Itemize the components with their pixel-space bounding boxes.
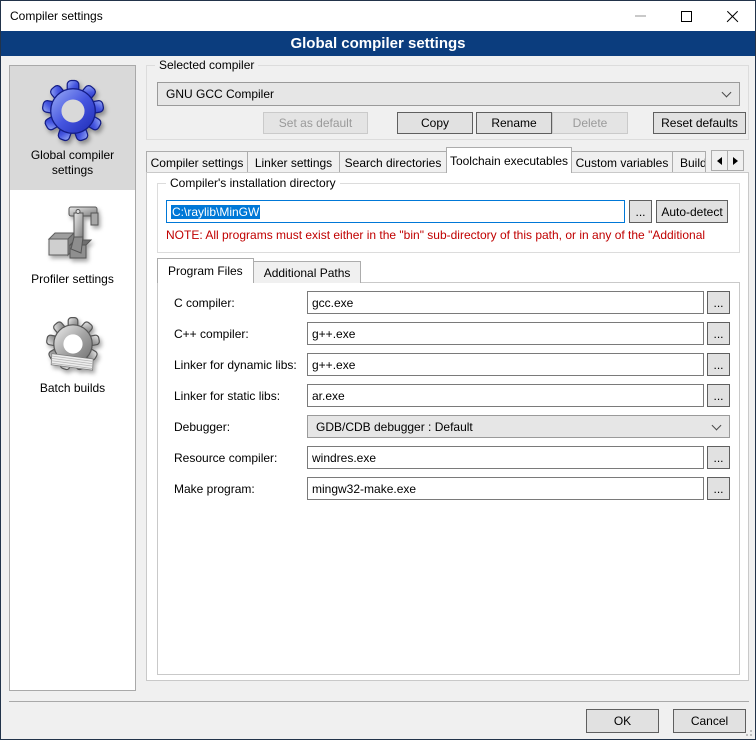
tab-scroll-left-button[interactable] <box>711 150 728 171</box>
footer-divider <box>9 701 749 702</box>
chevron-down-icon <box>712 420 722 430</box>
minimize-button[interactable] <box>617 1 663 31</box>
settings-tabs: Compiler settings Linker settings Search… <box>146 147 749 173</box>
tab-linker-settings[interactable]: Linker settings <box>247 151 340 173</box>
program-row: Make program: mingw32-make.exe ... <box>158 477 739 500</box>
group-legend: Compiler's installation directory <box>166 176 340 190</box>
auto-detect-button[interactable]: Auto-detect <box>656 200 728 223</box>
debugger-select[interactable]: GDB/CDB debugger : Default <box>307 415 730 438</box>
program-row: Linker for dynamic libs: g++.exe ... <box>158 353 739 376</box>
field-label: Linker for dynamic libs: <box>174 358 297 372</box>
delete-button[interactable]: Delete <box>552 112 628 134</box>
cpp-compiler-browse-button[interactable]: ... <box>707 322 730 345</box>
tab-toolchain-executables[interactable]: Toolchain executables <box>446 147 572 173</box>
field-value: g++.exe <box>312 358 355 372</box>
chevron-down-icon <box>722 88 732 98</box>
program-row: Debugger: GDB/CDB debugger : Default <box>158 415 739 438</box>
field-label: C compiler: <box>174 296 235 310</box>
sidebar-item-label: Profiler settings <box>14 272 131 287</box>
compiler-select-value: GNU GCC Compiler <box>166 87 274 101</box>
set-as-default-button[interactable]: Set as default <box>263 112 368 134</box>
field-label: Debugger: <box>174 420 230 434</box>
tab-scroll-right-button[interactable] <box>727 150 744 171</box>
program-row: C++ compiler: g++.exe ... <box>158 322 739 345</box>
bin-subdirectory-note: NOTE: All programs must exist either in … <box>166 228 738 242</box>
sidebar-item-label: Global compiler settings <box>14 148 131 178</box>
resize-grip[interactable] <box>744 728 752 736</box>
blue-gear-icon <box>14 74 131 148</box>
make-program-input[interactable]: mingw32-make.exe <box>307 477 704 500</box>
copy-button[interactable]: Copy <box>397 112 473 134</box>
selected-compiler-group: Selected compiler GNU GCC Compiler Set a… <box>146 65 749 140</box>
triangle-left-icon <box>717 157 722 165</box>
field-value: windres.exe <box>312 451 376 465</box>
resource-compiler-browse-button[interactable]: ... <box>707 446 730 469</box>
toolchain-executables-page: Compiler's installation directory C:\ray… <box>146 172 749 681</box>
tab-build-options[interactable]: Build options <box>672 151 706 173</box>
sidebar-item-global-compiler-settings[interactable]: Global compiler settings <box>10 66 135 190</box>
c-compiler-input[interactable]: gcc.exe <box>307 291 704 314</box>
tab-custom-variables[interactable]: Custom variables <box>571 151 673 173</box>
c-compiler-browse-button[interactable]: ... <box>707 291 730 314</box>
subtab-program-files[interactable]: Program Files <box>157 258 254 283</box>
cancel-button[interactable]: Cancel <box>673 709 746 733</box>
program-row: Linker for static libs: ar.exe ... <box>158 384 739 407</box>
group-legend: Selected compiler <box>155 58 258 72</box>
maximize-button[interactable] <box>663 1 709 31</box>
sidebar-item-label: Batch builds <box>14 381 131 396</box>
close-icon <box>726 10 739 23</box>
rename-button[interactable]: Rename <box>476 112 552 134</box>
compiler-select[interactable]: GNU GCC Compiler <box>157 82 740 106</box>
cpp-compiler-input[interactable]: g++.exe <box>307 322 704 345</box>
subtab-additional-paths[interactable]: Additional Paths <box>253 261 362 283</box>
tab-compiler-settings[interactable]: Compiler settings <box>146 151 248 173</box>
window-title: Compiler settings <box>10 9 103 23</box>
static-linker-browse-button[interactable]: ... <box>707 384 730 407</box>
compiler-settings-dialog: Compiler settings Global compiler settin… <box>0 0 756 740</box>
field-value: gcc.exe <box>312 296 353 310</box>
ok-button[interactable]: OK <box>586 709 659 733</box>
tab-scroll-buttons <box>711 150 744 171</box>
caliper-icon <box>14 198 131 272</box>
program-files-page: C compiler: gcc.exe ... C++ compiler: g+… <box>157 282 740 675</box>
program-row: C compiler: gcc.exe ... <box>158 291 739 314</box>
field-value: mingw32-make.exe <box>312 482 416 496</box>
field-value: ar.exe <box>312 389 345 403</box>
sidebar-item-batch-builds[interactable]: Batch builds <box>10 299 135 408</box>
install-dir-input[interactable]: C:\raylib\MinGW <box>166 200 625 223</box>
installation-directory-group: Compiler's installation directory C:\ray… <box>157 183 740 253</box>
make-program-browse-button[interactable]: ... <box>707 477 730 500</box>
debugger-select-value: GDB/CDB debugger : Default <box>316 420 473 434</box>
field-label: Linker for static libs: <box>174 389 280 403</box>
static-linker-input[interactable]: ar.exe <box>307 384 704 407</box>
settings-category-list: Global compiler settings <box>9 65 136 691</box>
dynamic-linker-browse-button[interactable]: ... <box>707 353 730 376</box>
tab-search-directories[interactable]: Search directories <box>339 151 447 173</box>
program-row: Resource compiler: windres.exe ... <box>158 446 739 469</box>
page-title: Global compiler settings <box>1 31 755 56</box>
field-label: Make program: <box>174 482 255 496</box>
field-label: C++ compiler: <box>174 327 249 341</box>
program-tabs: Program Files Additional Paths <box>157 258 361 283</box>
close-button[interactable] <box>709 1 755 31</box>
field-value: g++.exe <box>312 327 355 341</box>
maximize-icon <box>681 11 692 22</box>
triangle-right-icon <box>733 157 738 165</box>
minimize-icon <box>635 15 646 17</box>
resource-compiler-input[interactable]: windres.exe <box>307 446 704 469</box>
title-bar[interactable]: Compiler settings <box>1 1 755 31</box>
gray-gear-stack-icon <box>14 307 131 381</box>
sidebar-item-profiler-settings[interactable]: Profiler settings <box>10 190 135 299</box>
field-label: Resource compiler: <box>174 451 277 465</box>
selected-text: C:\raylib\MinGW <box>171 205 260 219</box>
reset-defaults-button[interactable]: Reset defaults <box>653 112 746 134</box>
dynamic-linker-input[interactable]: g++.exe <box>307 353 704 376</box>
install-dir-browse-button[interactable]: ... <box>629 200 652 223</box>
